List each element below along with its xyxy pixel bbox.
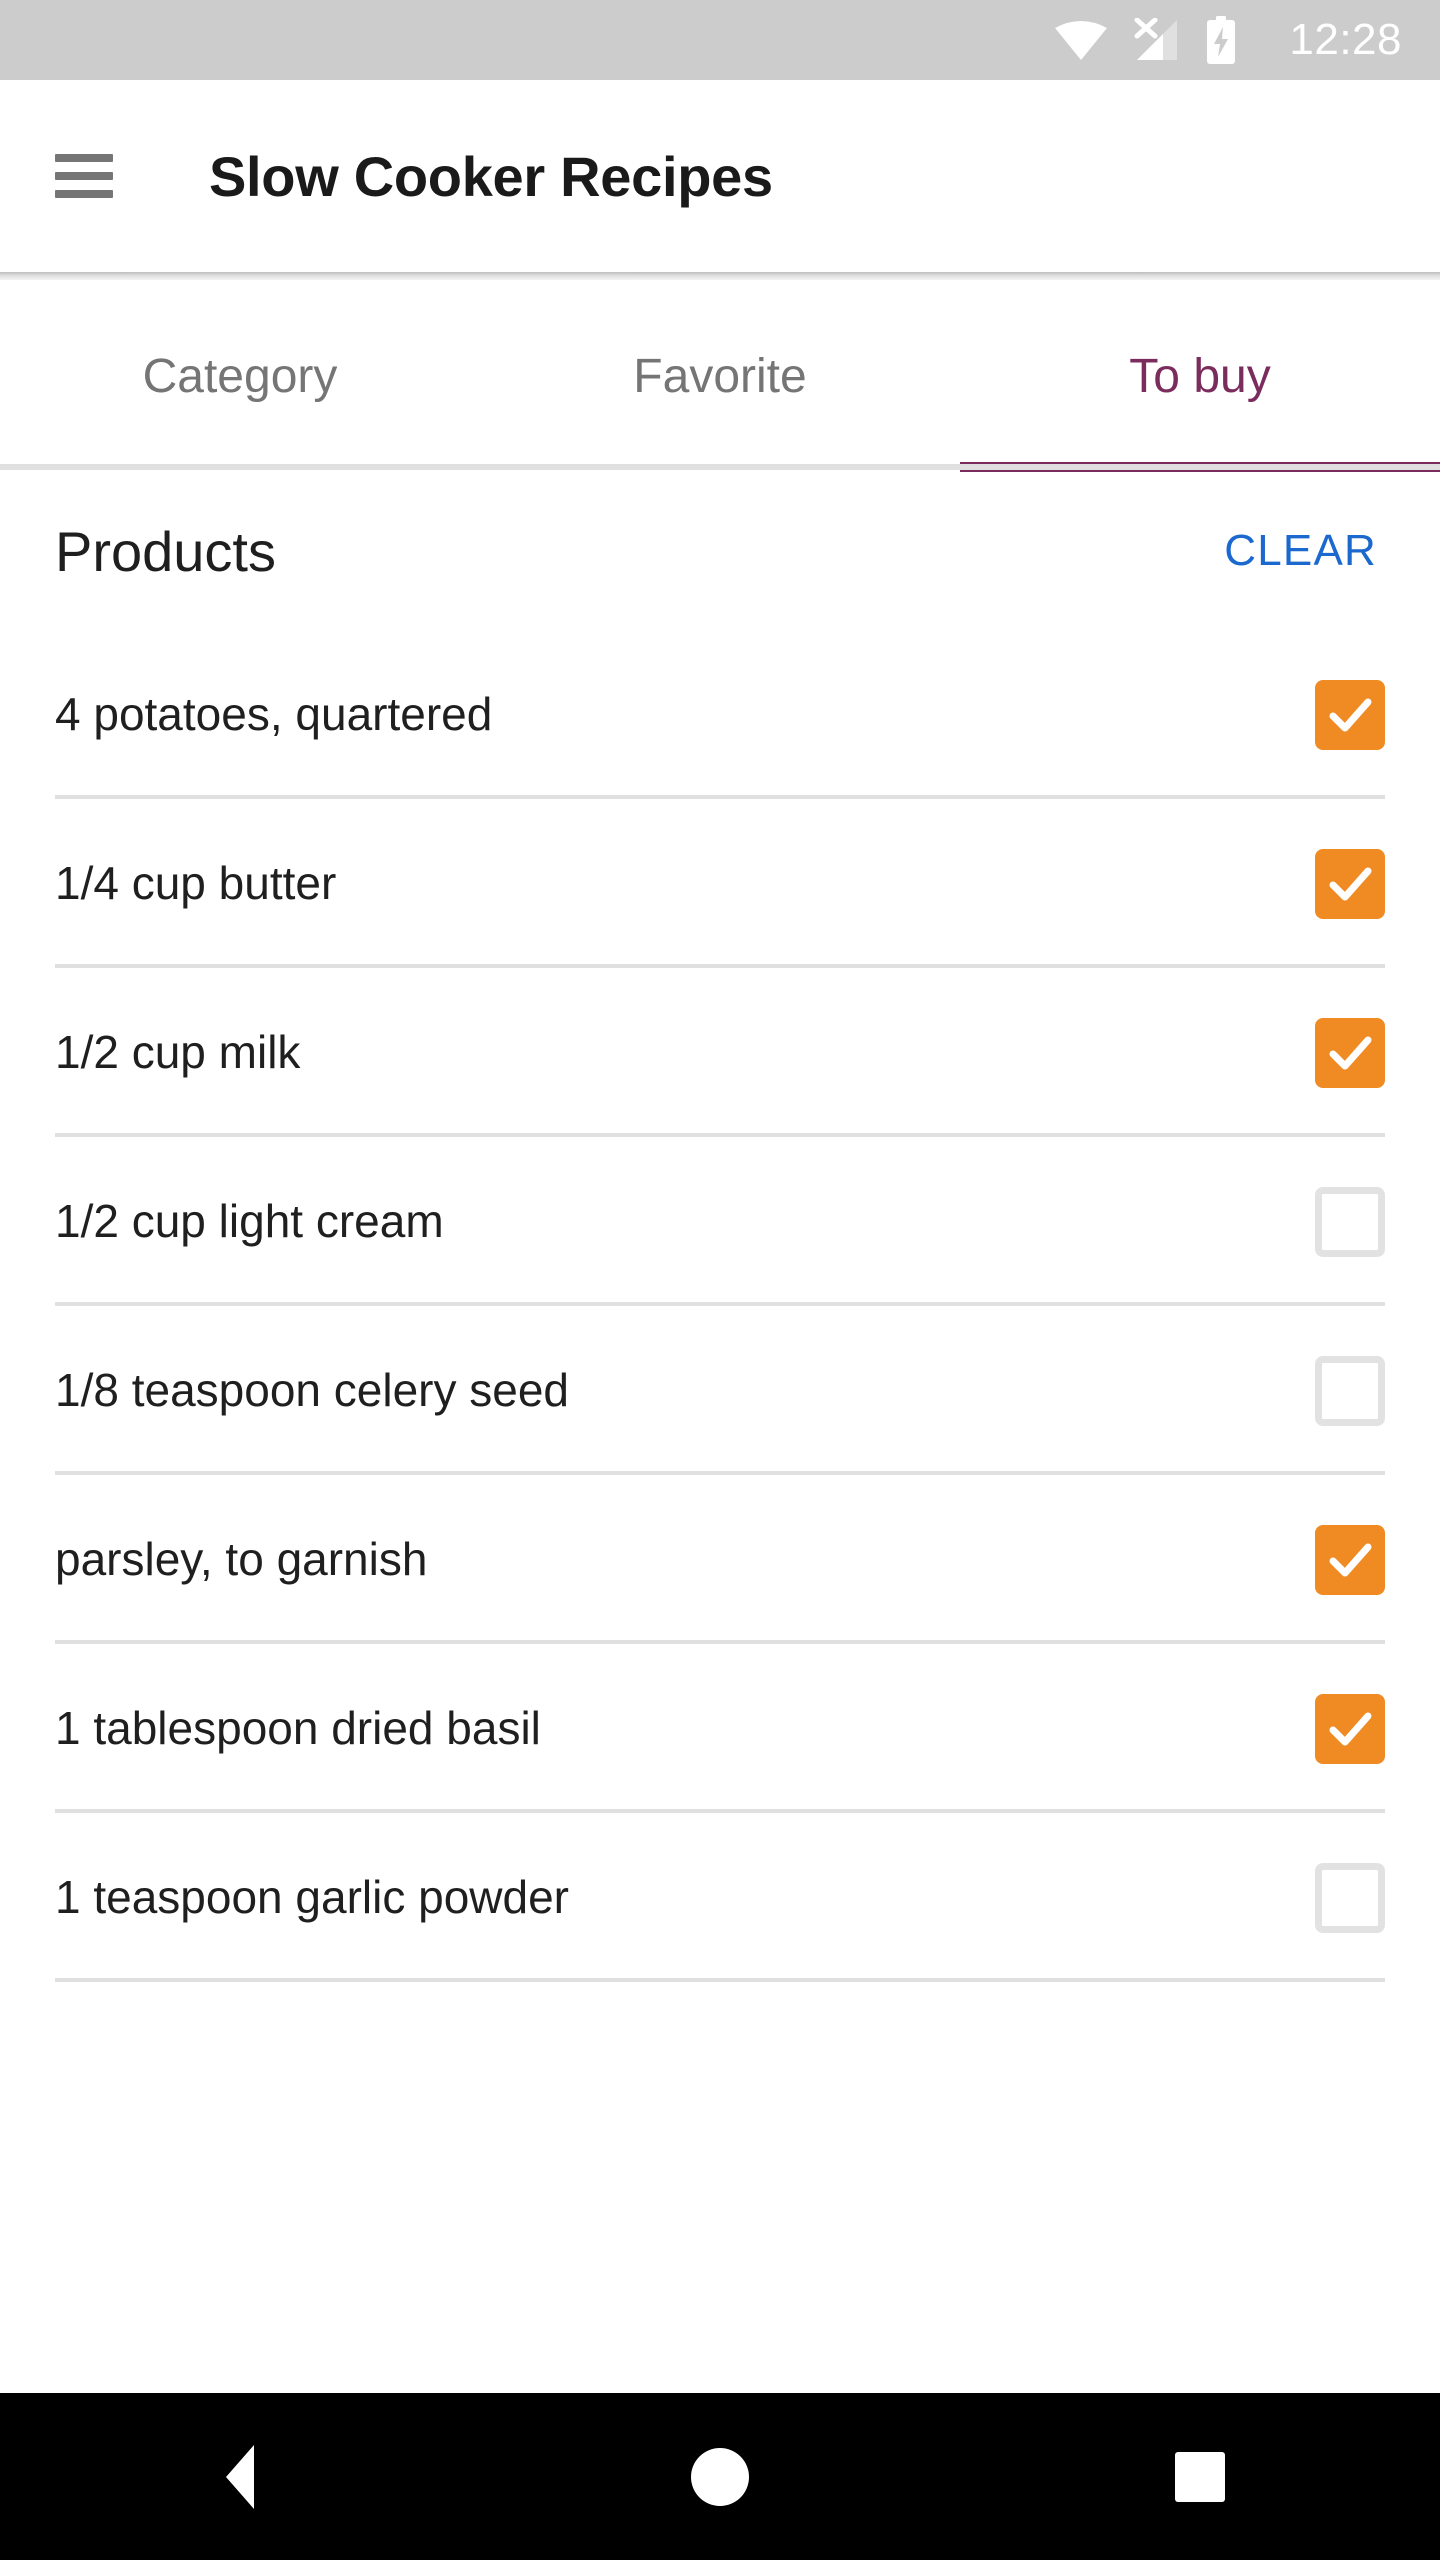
recents-square-icon <box>1175 2451 1225 2502</box>
product-row[interactable]: 1/4 cup butter <box>0 799 1440 968</box>
checkbox-checked[interactable] <box>1315 679 1385 750</box>
product-label: 1 tablespoon dried basil <box>55 1701 541 1754</box>
product-row[interactable]: 1/8 teaspoon celery seed <box>0 1306 1440 1475</box>
product-row[interactable]: 1 teaspoon garlic powder <box>0 1813 1440 1982</box>
check-icon <box>1329 867 1372 900</box>
check-icon <box>1329 1712 1372 1745</box>
product-label: parsley, to garnish <box>55 1532 428 1585</box>
wifi-icon <box>1055 21 1108 60</box>
product-label: 1/2 cup milk <box>55 1025 301 1078</box>
check-icon <box>1329 1543 1372 1576</box>
products-header: Products CLEAR <box>0 472 1440 630</box>
tab-category-label: Category <box>142 349 338 403</box>
back-triangle-icon <box>226 2444 254 2509</box>
status-bar-clock: 12:28 <box>1289 15 1402 64</box>
page-title: Slow Cooker Recipes <box>209 144 773 208</box>
product-label: 1 teaspoon garlic powder <box>55 1870 569 1923</box>
hamburger-bar-2 <box>55 172 113 180</box>
checkbox-checked[interactable] <box>1315 1693 1385 1764</box>
checkbox-unchecked[interactable] <box>1315 1862 1385 1933</box>
check-icon <box>1329 698 1372 731</box>
cellular-no-sim-icon <box>1134 18 1178 60</box>
tab-to-buy[interactable]: To buy <box>960 280 1440 472</box>
row-divider <box>55 1978 1385 1982</box>
to-buy-panel: Products CLEAR 4 potatoes, quartered 1/4 … <box>0 472 1440 2393</box>
clear-button[interactable]: CLEAR <box>1216 514 1385 588</box>
checkbox-checked[interactable] <box>1315 1524 1385 1595</box>
app-screen: 12:28 Slow Cooker Recipes Category Favor… <box>0 0 1440 2560</box>
product-label: 4 potatoes, quartered <box>55 687 493 740</box>
tab-bar: Category Favorite To buy <box>0 280 1440 472</box>
check-icon <box>1329 1036 1372 1069</box>
recents-button[interactable] <box>960 2393 1440 2560</box>
tab-bar-divider <box>0 464 1440 470</box>
back-button[interactable] <box>0 2393 480 2560</box>
home-circle-icon <box>691 2447 749 2506</box>
tab-to-buy-label: To buy <box>1129 349 1271 403</box>
checkbox-unchecked[interactable] <box>1315 1355 1385 1426</box>
products-section-title: Products <box>55 519 276 583</box>
hamburger-menu-icon[interactable] <box>55 154 113 198</box>
checkbox-checked[interactable] <box>1315 848 1385 919</box>
product-row[interactable]: parsley, to garnish <box>0 1475 1440 1644</box>
hamburger-bar-1 <box>55 154 113 162</box>
product-row[interactable]: 4 potatoes, quartered <box>0 630 1440 799</box>
checkbox-checked[interactable] <box>1315 1017 1385 1088</box>
status-bar: 12:28 <box>0 0 1440 80</box>
product-label: 1/2 cup light cream <box>55 1194 444 1247</box>
product-list: 4 potatoes, quartered 1/4 cup butter 1/2 c… <box>0 630 1440 1982</box>
product-label: 1/8 teaspoon celery seed <box>55 1363 570 1416</box>
product-row[interactable]: 1/2 cup milk <box>0 968 1440 1137</box>
product-row[interactable]: 1 tablespoon dried basil <box>0 1644 1440 1813</box>
app-bar: Slow Cooker Recipes <box>0 80 1440 272</box>
product-row[interactable]: 1/2 cup light cream <box>0 1137 1440 1306</box>
hamburger-bar-3 <box>55 190 113 198</box>
product-label: 1/4 cup butter <box>55 856 337 909</box>
android-navigation-bar <box>0 2393 1440 2560</box>
tab-favorite-label: Favorite <box>633 349 807 403</box>
home-button[interactable] <box>480 2393 960 2560</box>
tab-favorite[interactable]: Favorite <box>480 280 960 472</box>
tab-category[interactable]: Category <box>0 280 480 472</box>
status-bar-icons: 12:28 <box>1055 16 1402 64</box>
checkbox-unchecked[interactable] <box>1315 1186 1385 1257</box>
battery-charging-icon <box>1207 16 1236 64</box>
